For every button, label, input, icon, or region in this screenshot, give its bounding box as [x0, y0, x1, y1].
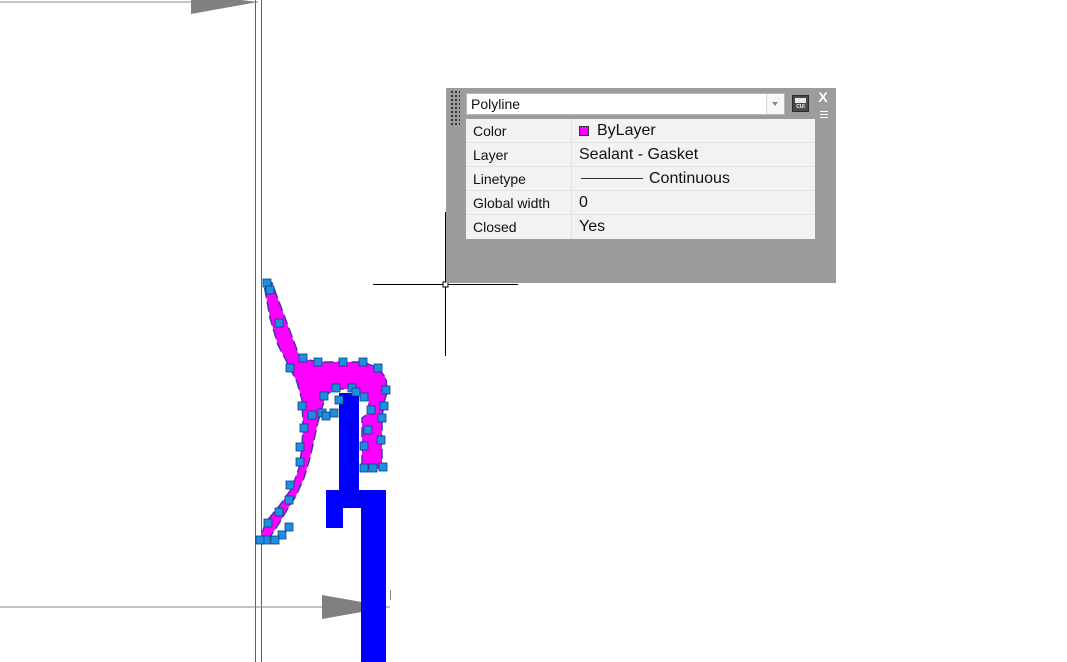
grip-handle[interactable]	[329, 408, 339, 418]
grip-handle[interactable]	[298, 353, 308, 363]
grip-handle[interactable]	[284, 495, 294, 505]
grip-handle[interactable]	[270, 535, 280, 545]
grip-handle[interactable]	[363, 425, 373, 435]
grip-handle[interactable]	[265, 285, 275, 295]
grip-handle[interactable]	[368, 463, 378, 473]
color-swatch-icon	[579, 125, 589, 136]
property-row-linetype[interactable]: Linetype Continuous	[466, 167, 815, 191]
property-name: Color	[466, 119, 572, 142]
grip-handle[interactable]	[274, 507, 284, 517]
grip-handle[interactable]	[307, 410, 317, 420]
grip-handle[interactable]	[378, 462, 388, 472]
cui-label: CUI	[796, 104, 805, 110]
properties-table: Color ByLayer Layer Sealant - Gasket Lin…	[466, 119, 815, 239]
linetype-sample-icon	[581, 178, 643, 179]
grip-handle[interactable]	[255, 535, 265, 545]
grip-handle[interactable]	[313, 357, 323, 367]
grip-handle[interactable]	[321, 411, 331, 421]
grip-handle[interactable]	[338, 357, 348, 367]
grip-handle[interactable]	[319, 391, 329, 401]
options-icon[interactable]	[817, 108, 831, 120]
property-value[interactable]: ByLayer	[572, 122, 815, 140]
property-value[interactable]: Continuous	[572, 170, 815, 188]
property-name: Linetype	[466, 167, 572, 190]
grip-handle[interactable]	[359, 392, 369, 402]
object-type-dropdown[interactable]: Polyline	[466, 93, 785, 115]
property-row-global-width[interactable]: Global width 0	[466, 191, 815, 215]
grip-handle[interactable]	[377, 413, 387, 423]
grip-handle[interactable]	[295, 442, 305, 452]
color-value-text: ByLayer	[597, 121, 656, 139]
property-row-color[interactable]: Color ByLayer	[466, 119, 815, 143]
grip-handle[interactable]	[351, 387, 361, 397]
grip-handle[interactable]	[274, 318, 284, 328]
grip-handle[interactable]	[334, 395, 344, 405]
property-name: Closed	[466, 215, 572, 239]
grip-handle[interactable]	[263, 518, 273, 528]
grip-handle[interactable]	[285, 480, 295, 490]
grip-handle[interactable]	[358, 357, 368, 367]
chevron-down-icon[interactable]	[766, 94, 784, 114]
grip-handle[interactable]	[299, 423, 309, 433]
customize-cui-button[interactable]: CUI	[792, 95, 809, 112]
linetype-value-text: Continuous	[649, 169, 730, 187]
property-value[interactable]: Sealant - Gasket	[572, 146, 815, 164]
property-value[interactable]: 0	[572, 194, 815, 212]
grip-handle[interactable]	[297, 401, 307, 411]
grip-handle[interactable]	[359, 441, 369, 451]
property-name: Global width	[466, 191, 572, 214]
close-icon[interactable]: X	[816, 90, 830, 104]
quick-properties-panel: X Polyline CUI Color ByLayer Layer Seala…	[446, 88, 836, 283]
property-name: Layer	[466, 143, 572, 166]
object-type-value: Polyline	[471, 96, 521, 112]
property-value[interactable]: Yes	[572, 218, 815, 236]
grip-handle[interactable]	[379, 401, 389, 411]
property-row-closed[interactable]: Closed Yes	[466, 215, 815, 239]
dimension-arrowhead	[191, 0, 258, 14]
grip-handle[interactable]	[381, 385, 391, 395]
grip-handle[interactable]	[285, 363, 295, 373]
grip-handle[interactable]	[295, 457, 305, 467]
grip-handle[interactable]	[373, 363, 383, 373]
property-row-layer[interactable]: Layer Sealant - Gasket	[466, 143, 815, 167]
grip-handle[interactable]	[284, 522, 294, 532]
grip-handle[interactable]	[359, 463, 369, 473]
drag-grip-handle[interactable]	[450, 90, 460, 126]
grip-handle[interactable]	[331, 383, 341, 393]
grip-handle[interactable]	[366, 405, 376, 415]
grip-handle[interactable]	[376, 435, 386, 445]
